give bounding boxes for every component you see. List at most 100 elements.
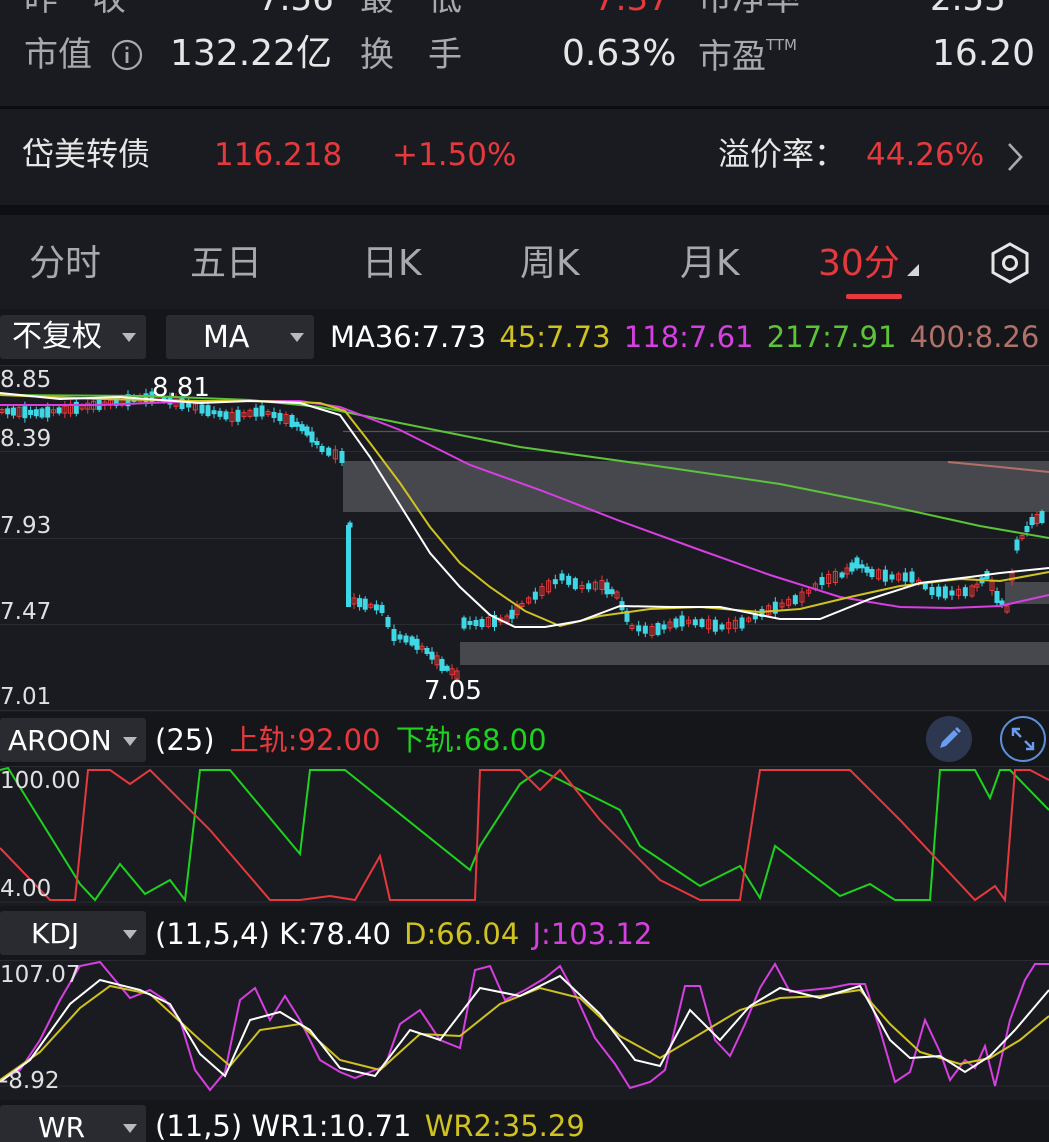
expand-icon[interactable] — [1000, 716, 1046, 762]
aroon-up-label: 上轨: — [229, 723, 298, 757]
resistance-zone — [343, 461, 1049, 512]
candle — [253, 407, 259, 417]
chevron-down-icon — [123, 737, 137, 746]
wr1-value: 10.71 — [328, 1109, 412, 1142]
candle — [869, 569, 875, 577]
candle — [699, 619, 705, 627]
candle — [409, 636, 415, 646]
kdj-k-line — [0, 974, 1049, 1083]
candlestick-chart-canvas — [0, 365, 1049, 711]
adjust-dropdown-label: 不复权 — [12, 319, 102, 354]
candle — [391, 629, 397, 641]
main-chart-header: 不复权 MA MA36:7.73 45:7.73 118:7.61 217:7.… — [0, 309, 1049, 365]
candle — [661, 624, 667, 630]
tab-intraday[interactable]: 分时 — [29, 246, 101, 282]
ma45-label: 45: — [499, 320, 546, 354]
candle — [864, 566, 870, 573]
candle — [929, 587, 935, 595]
quote-label-turnover: 换 手 — [360, 35, 462, 75]
candle — [10, 407, 16, 416]
candle — [461, 617, 467, 629]
candle — [655, 623, 661, 635]
aroon-down-label: 下轨: — [395, 723, 464, 757]
candle — [819, 577, 825, 585]
candlestick-chart[interactable]: 8.85 8.39 7.93 7.47 7.01 8.81 7.05 — [0, 365, 1049, 712]
kdj-chart-canvas — [0, 960, 1049, 1092]
candle — [289, 415, 295, 427]
convertible-bond-row[interactable]: 岱美转债 116.218 +1.50% 溢价率： 44.26% — [0, 109, 1049, 205]
candle — [859, 564, 865, 569]
tab-daily-k[interactable]: 日K — [362, 246, 422, 282]
bond-price: 116.218 — [214, 137, 343, 173]
candle — [22, 406, 28, 419]
candle — [326, 447, 332, 456]
chevron-down-icon — [290, 333, 304, 342]
chevron-down-icon — [123, 1124, 137, 1133]
candle — [532, 591, 538, 600]
ma-legend: MA36:7.73 45:7.73 118:7.61 217:7.91 400:… — [330, 323, 1039, 352]
candle — [849, 562, 855, 572]
kdj-chart[interactable]: 107.07 -8.92 — [0, 960, 1049, 1100]
kdj-d-label: D: — [404, 917, 437, 951]
candle — [792, 595, 798, 605]
aroon-dropdown-label: AROON — [8, 724, 112, 757]
tab-monthly-k[interactable]: 月K — [680, 246, 740, 282]
quote-value-prev-close: 7.56 — [258, 0, 334, 16]
candle — [572, 578, 578, 590]
candle — [403, 635, 409, 643]
aroon-up-line — [0, 768, 1049, 903]
kdj-j-value: 103.12 — [550, 917, 653, 951]
candle — [373, 604, 379, 611]
wr-dropdown[interactable]: WR — [0, 1105, 146, 1142]
candle — [936, 586, 942, 597]
candle — [56, 407, 62, 414]
aroon-chart[interactable]: 100.00 4.00 — [0, 766, 1049, 906]
aroon-dropdown[interactable]: AROON — [0, 718, 146, 762]
chevron-down-icon — [123, 930, 137, 939]
candle — [882, 569, 888, 582]
candle — [223, 411, 229, 420]
quote-header: 昨 收 7.56 最 低 7.37 市净率 2.55 市值 132.22亿 换 … — [0, 0, 1049, 108]
candle — [362, 598, 368, 610]
kdj-dropdown-label: KDJ — [31, 917, 80, 950]
settings-hexagon-icon[interactable] — [988, 241, 1032, 285]
candle — [566, 575, 572, 585]
adjust-dropdown[interactable]: 不复权 — [0, 315, 146, 359]
wr-params: (11,5) — [155, 1109, 243, 1142]
ma217-label: 217: — [766, 320, 832, 354]
candle — [552, 579, 558, 585]
tab-five-day[interactable]: 五日 — [190, 246, 262, 282]
tab-weekly-k[interactable]: 周K — [520, 246, 580, 282]
wr-header: WR (11,5) WR1:10.71 WR2:35.29 — [0, 1100, 1049, 1142]
edit-pencil-icon[interactable] — [926, 716, 972, 762]
indicator-dropdown[interactable]: MA — [166, 315, 314, 359]
aroon-chart-canvas — [0, 766, 1049, 903]
candle — [679, 615, 685, 627]
candle — [33, 409, 39, 417]
candle — [205, 405, 211, 417]
kdj-j-label: J: — [532, 917, 551, 951]
candle — [712, 619, 718, 632]
kdj-legend: (11,5,4) K:78.40 D:66.04 J:103.12 — [155, 920, 652, 949]
kdj-dropdown[interactable]: KDJ — [0, 911, 146, 955]
bond-change: +1.50% — [392, 137, 517, 173]
y-label-7-01: 7.01 — [0, 684, 52, 710]
tab-30min[interactable]: 30分 — [818, 246, 900, 282]
support-zone — [460, 642, 1049, 665]
candle — [479, 619, 485, 627]
wr-dropdown-label: WR — [38, 1111, 86, 1142]
candle — [909, 571, 915, 583]
candle — [314, 441, 320, 445]
quote-label-pb: 市净率 — [698, 0, 800, 16]
candle — [586, 583, 592, 590]
period-tabs: 分时 五日 日K 周K 月K 30分 — [0, 215, 1049, 309]
aroon-up-value: 92.00 — [297, 723, 381, 757]
candle — [962, 587, 968, 597]
kdj-header: KDJ (11,5,4) K:78.40 D:66.04 J:103.12 — [0, 906, 1049, 960]
candle — [339, 451, 345, 463]
chevron-down-icon — [122, 333, 136, 342]
candle — [346, 525, 351, 607]
info-icon[interactable] — [111, 39, 143, 71]
candle — [509, 609, 515, 619]
candle — [309, 431, 315, 443]
